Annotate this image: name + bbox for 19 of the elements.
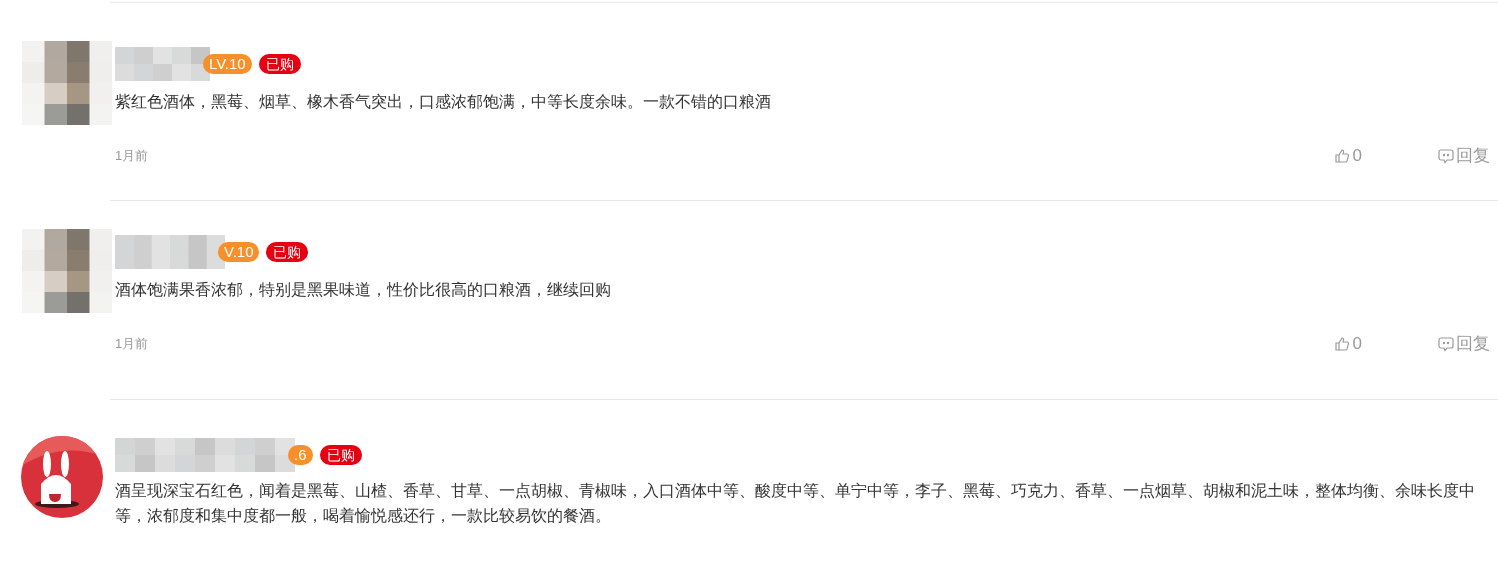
comment-icon [1438,336,1454,352]
level-badge: .6 [288,445,313,465]
comment-text: 酒呈现深宝石红色，闻着是黑莓、山楂、香草、甘草、一点胡椒、青椒味，入口酒体中等、酸度中等、单宁中等，李子、黑莓、巧克力、香草、一点烟草、胡椒和泥土味，整体均衡、余味长度中等，浓郁度和集中度都一般，喝着愉悦感还行，一款比较易饮的餐酒。 [115,481,1476,526]
like-button[interactable]: 0 [1333,331,1362,357]
reply-button[interactable]: 回复 [1438,143,1490,169]
comment-text: 紫红色酒体，黑莓、烟草、橡木香气突出，口感浓郁饱满，中等长度余味。一款不错的口粮酒 [115,92,772,112]
purchased-badge: 已购 [319,445,362,465]
comment-icon [1438,148,1454,164]
post-time: 1月前 [115,335,149,354]
thumbs-up-icon [1333,336,1350,352]
thumbs-up-icon [1333,148,1350,164]
like-button[interactable]: 0 [1333,143,1362,169]
purchased-badge: 已购 [258,54,301,74]
post-time: 1月前 [115,147,149,166]
reply-button[interactable]: 回复 [1438,331,1490,357]
comment-text: 酒体饱满果香浓郁，特别是黑果味道，性价比很高的口粮酒，继续回购 [115,280,612,300]
level-badge: LV.10 [203,54,252,74]
level-badge: V.10 [218,242,260,262]
purchased-badge: 已购 [266,242,309,262]
